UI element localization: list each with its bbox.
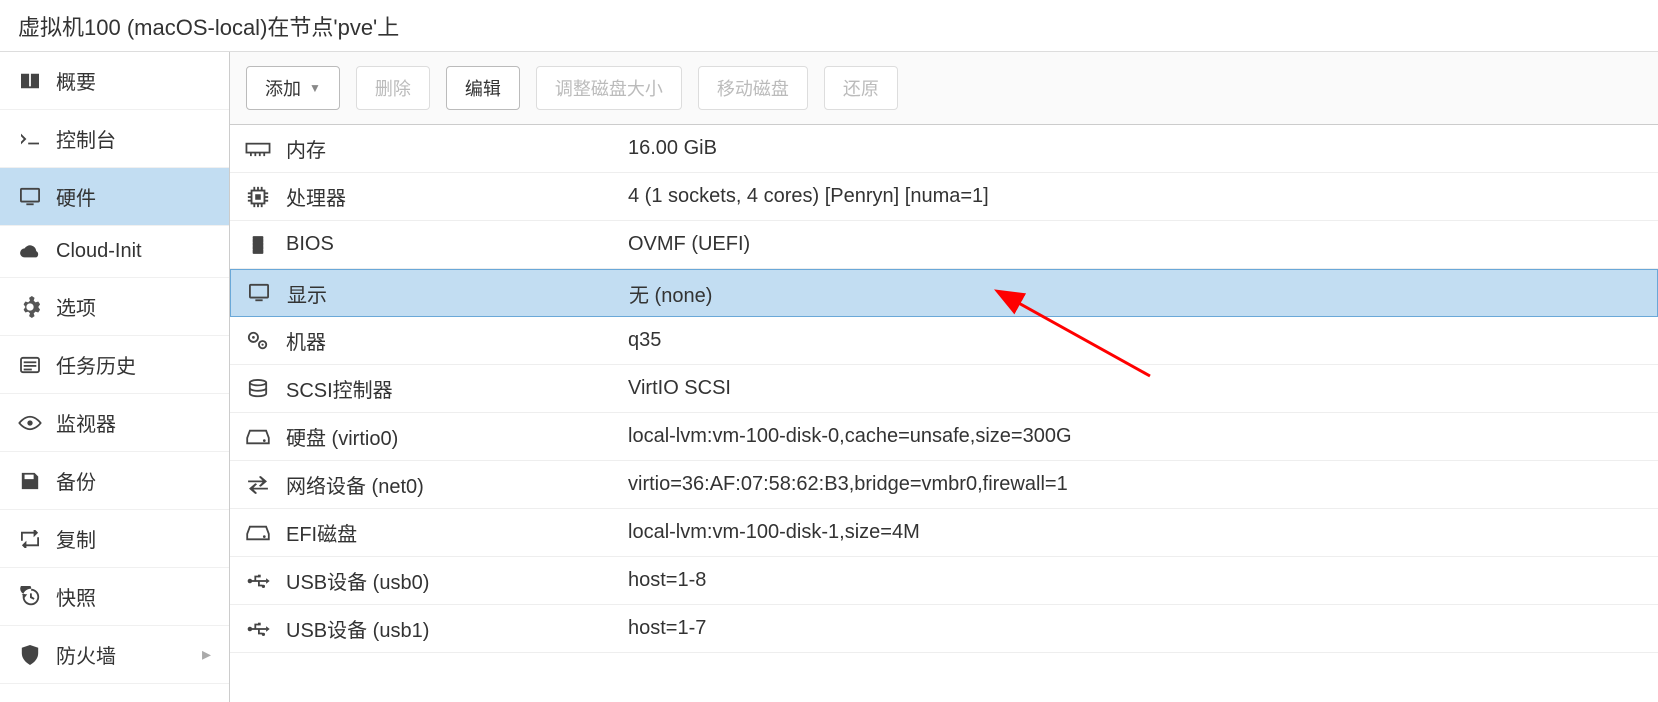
remove-button-label: 删除	[375, 75, 411, 101]
shield-icon	[18, 644, 42, 666]
remove-button[interactable]: 删除	[356, 66, 430, 110]
hardware-key: 机器	[286, 326, 624, 355]
cogs-icon	[230, 330, 286, 352]
add-button[interactable]: 添加 ▼	[246, 66, 340, 110]
sidebar-item-label: 快照	[56, 582, 96, 611]
hardware-row[interactable]: USB设备 (usb0)host=1-8	[230, 557, 1658, 605]
hardware-list: 内存16.00 GiB处理器4 (1 sockets, 4 cores) [Pe…	[230, 125, 1658, 702]
retweet-icon	[18, 530, 42, 548]
move-disk-button[interactable]: 移动磁盘	[698, 66, 808, 110]
list-icon	[18, 356, 42, 374]
hardware-key: 硬盘 (virtio0)	[286, 422, 624, 451]
sidebar-item-2[interactable]: 硬件	[0, 168, 229, 226]
sidebar-item-label: 备份	[56, 466, 96, 495]
chevron-right-icon: ▸	[202, 644, 211, 665]
sidebar-item-7[interactable]: 备份	[0, 452, 229, 510]
hardware-key: 显示	[287, 279, 625, 308]
sidebar-item-9[interactable]: 快照	[0, 568, 229, 626]
hardware-key: SCSI控制器	[286, 374, 624, 403]
hardware-value: OVMF (UEFI)	[624, 233, 1658, 256]
sidebar-item-8[interactable]: 复制	[0, 510, 229, 568]
hardware-key: USB设备 (usb0)	[286, 566, 624, 595]
sidebar-item-label: 选项	[56, 292, 96, 321]
sidebar-item-6[interactable]: 监视器	[0, 394, 229, 452]
sidebar-item-5[interactable]: 任务历史	[0, 336, 229, 394]
hardware-value: q35	[624, 329, 1658, 352]
page-title: 虚拟机100 (macOS-local)在节点'pve'上	[18, 10, 399, 42]
gear-icon	[18, 296, 42, 318]
history-icon	[18, 586, 42, 608]
sidebar-item-label: 概要	[56, 66, 96, 95]
cpu-icon	[230, 185, 286, 209]
main-layout: 概要控制台硬件 Cloud-Init 选项任务历史监视器备份复制快照防火墙 ▸ 添加 …	[0, 52, 1658, 702]
hardware-row[interactable]: 网络设备 (net0)virtio=36:AF:07:58:62:B3,brid…	[230, 461, 1658, 509]
hardware-key: USB设备 (usb1)	[286, 614, 624, 643]
hardware-row[interactable]: 显示无 (none)	[230, 269, 1658, 317]
floppy-icon	[18, 471, 42, 491]
resize-disk-button-label: 调整磁盘大小	[555, 75, 663, 101]
cloud-icon	[18, 243, 42, 261]
hardware-key: 处理器	[286, 182, 624, 211]
memory-icon	[230, 141, 286, 157]
chevron-down-icon: ▼	[309, 81, 321, 95]
sidebar-item-0[interactable]: 概要	[0, 52, 229, 110]
sidebar-item-label: 复制	[56, 524, 96, 553]
hdd-icon	[230, 524, 286, 542]
hardware-row[interactable]: SCSI控制器VirtIO SCSI	[230, 365, 1658, 413]
monitor-icon	[231, 283, 287, 303]
add-button-label: 添加	[265, 75, 301, 101]
revert-button-label: 还原	[843, 75, 879, 101]
page-header: 虚拟机100 (macOS-local)在节点'pve'上	[0, 0, 1658, 52]
hardware-row[interactable]: BIOSOVMF (UEFI)	[230, 221, 1658, 269]
sidebar-item-10[interactable]: 防火墙 ▸	[0, 626, 229, 684]
hardware-row[interactable]: 内存16.00 GiB	[230, 125, 1658, 173]
sidebar-item-1[interactable]: 控制台	[0, 110, 229, 168]
terminal-icon	[18, 130, 42, 148]
hardware-value: 4 (1 sockets, 4 cores) [Penryn] [numa=1]	[624, 185, 1658, 208]
toolbar: 添加 ▼ 删除 编辑 调整磁盘大小 移动磁盘 还原	[230, 52, 1658, 125]
content-pane: 添加 ▼ 删除 编辑 调整磁盘大小 移动磁盘 还原 内存16.00 GiB处理器…	[230, 52, 1658, 702]
hardware-value: host=1-8	[624, 569, 1658, 592]
resize-disk-button[interactable]: 调整磁盘大小	[536, 66, 682, 110]
hardware-value: 无 (none)	[625, 279, 1657, 308]
hardware-value: local-lvm:vm-100-disk-1,size=4M	[624, 521, 1658, 544]
monitor-icon	[18, 187, 42, 207]
eye-icon	[18, 415, 42, 431]
hardware-value: 16.00 GiB	[624, 137, 1658, 160]
hardware-value: virtio=36:AF:07:58:62:B3,bridge=vmbr0,fi…	[624, 473, 1658, 496]
hardware-row[interactable]: 处理器4 (1 sockets, 4 cores) [Penryn] [numa…	[230, 173, 1658, 221]
usb-icon	[230, 620, 286, 638]
sidebar-item-label: 监视器	[56, 408, 116, 437]
edit-button[interactable]: 编辑	[446, 66, 520, 110]
hardware-row[interactable]: USB设备 (usb1)host=1-7	[230, 605, 1658, 653]
sidebar: 概要控制台硬件 Cloud-Init 选项任务历史监视器备份复制快照防火墙 ▸	[0, 52, 230, 702]
sidebar-item-label: 任务历史	[56, 350, 136, 379]
hardware-key: 内存	[286, 134, 624, 163]
hardware-value: VirtIO SCSI	[624, 377, 1658, 400]
sidebar-item-label: Cloud-Init	[56, 240, 142, 263]
hardware-row[interactable]: 硬盘 (virtio0)local-lvm:vm-100-disk-0,cach…	[230, 413, 1658, 461]
move-disk-button-label: 移动磁盘	[717, 75, 789, 101]
hardware-row[interactable]: 机器q35	[230, 317, 1658, 365]
sidebar-item-label: 硬件	[56, 182, 96, 211]
hdd-icon	[230, 428, 286, 446]
usb-icon	[230, 572, 286, 590]
book-icon	[18, 72, 42, 90]
sidebar-item-4[interactable]: 选项	[0, 278, 229, 336]
hardware-value: local-lvm:vm-100-disk-0,cache=unsafe,siz…	[624, 425, 1658, 448]
hardware-value: host=1-7	[624, 617, 1658, 640]
hardware-key: 网络设备 (net0)	[286, 470, 624, 499]
hardware-key: BIOS	[286, 233, 624, 256]
db-icon	[230, 378, 286, 400]
revert-button[interactable]: 还原	[824, 66, 898, 110]
hardware-key: EFI磁盘	[286, 518, 624, 547]
sidebar-item-label: 控制台	[56, 124, 116, 153]
chip-icon	[230, 234, 286, 256]
sidebar-item-3[interactable]: Cloud-Init	[0, 226, 229, 278]
sidebar-item-label: 防火墙	[56, 640, 116, 669]
edit-button-label: 编辑	[465, 75, 501, 101]
hardware-row[interactable]: EFI磁盘local-lvm:vm-100-disk-1,size=4M	[230, 509, 1658, 557]
net-icon	[230, 476, 286, 494]
